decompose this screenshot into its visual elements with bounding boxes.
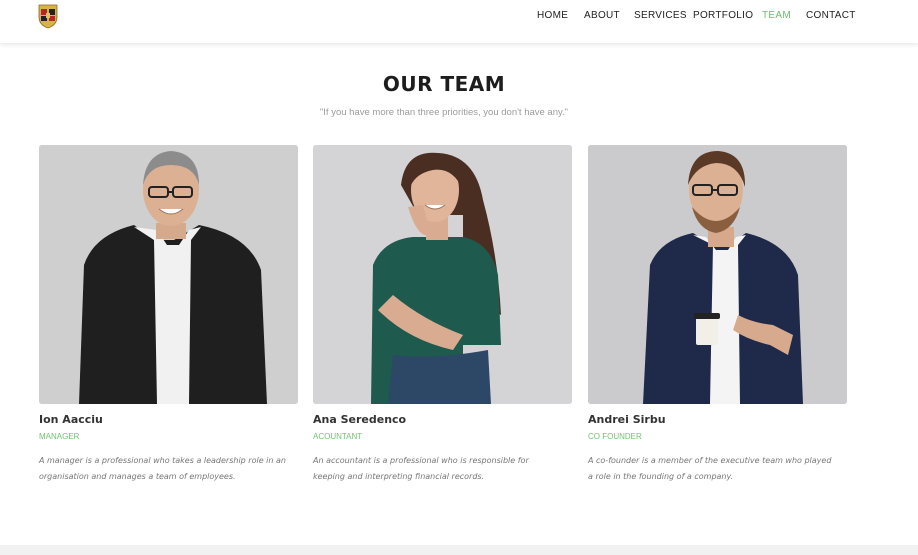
site-header: HOME ABOUT SERVICES PORTFOLIO TEAM CONTA… xyxy=(0,0,918,43)
team-member-photo xyxy=(39,145,298,404)
nav-services[interactable]: SERVICES xyxy=(634,10,687,22)
team-member-photo xyxy=(588,145,847,404)
crest-icon[interactable] xyxy=(38,4,58,29)
team-member-role: ACOUNTANT xyxy=(313,432,363,441)
team-member-description: A manager is a professional who takes a … xyxy=(39,456,286,481)
nav-portfolio[interactable]: PORTFOLIO xyxy=(693,10,753,22)
nav-home[interactable]: HOME xyxy=(537,10,568,22)
team-member-name: Andrei Sirbu xyxy=(588,413,666,426)
team-member-name: Ion Aacciu xyxy=(39,413,103,426)
footer-strip xyxy=(0,545,918,555)
nav-about[interactable]: ABOUT xyxy=(584,10,620,22)
team-member-description: A co-founder is a member of the executiv… xyxy=(588,456,832,481)
team-member-role: MANAGER xyxy=(39,432,80,441)
team-member-role: CO FOUNDER xyxy=(588,432,642,441)
team-member-photo xyxy=(313,145,572,404)
section-title: OUR TEAM xyxy=(382,72,506,96)
team-member-description: An accountant is a professional who is r… xyxy=(313,456,529,481)
section-quote: "If you have more than three priorities,… xyxy=(319,107,569,118)
team-member-name: Ana Seredenco xyxy=(313,413,407,426)
nav-contact[interactable]: CONTACT xyxy=(806,10,856,22)
nav-team[interactable]: TEAM xyxy=(762,10,791,22)
